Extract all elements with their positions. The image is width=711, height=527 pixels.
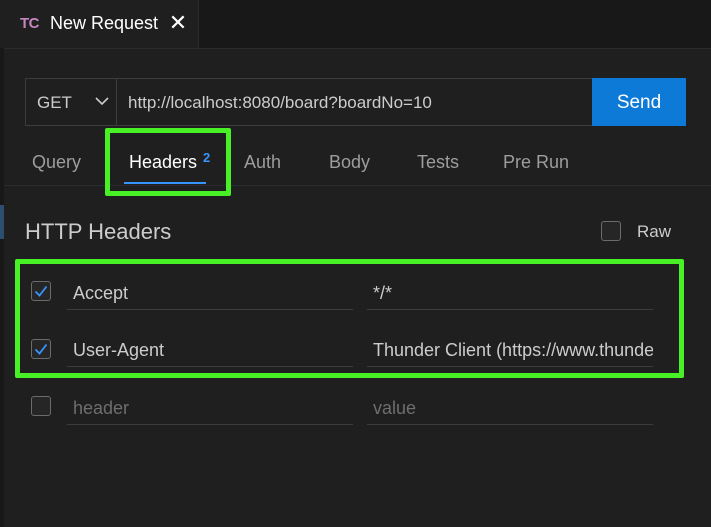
tab-body[interactable]: Body	[329, 152, 370, 173]
url-value: http://localhost:8080/board?boardNo=10	[128, 93, 432, 112]
method-value: GET	[37, 93, 72, 112]
chevron-down-icon	[95, 97, 109, 106]
header-value-text: */*	[373, 283, 393, 303]
close-icon[interactable]: ✕	[168, 10, 188, 36]
thunder-client-logo-icon: TC	[20, 15, 40, 32]
tab-query[interactable]: Query	[32, 152, 81, 173]
left-panel-edge	[0, 48, 4, 527]
header-row-2-checkbox[interactable]	[31, 339, 51, 359]
header-value-input[interactable]: Thunder Client (https://www.thunderclien…	[367, 334, 653, 367]
header-key-value: Accept	[73, 283, 129, 303]
header-key-placeholder: header	[73, 398, 130, 418]
tab-tests[interactable]: Tests	[417, 152, 459, 173]
header-value-placeholder: value	[373, 398, 417, 418]
section-title: HTTP Headers	[25, 219, 172, 244]
header-key-value: User-Agent	[73, 340, 165, 360]
tabs-divider	[4, 185, 711, 186]
header-value-input[interactable]: */*	[367, 277, 653, 310]
header-row-1-checkbox[interactable]	[31, 281, 51, 301]
new-header-value-input[interactable]: value	[367, 392, 653, 425]
new-header-key-input[interactable]: header	[67, 392, 353, 425]
check-icon	[34, 343, 48, 355]
editor-tab-title: New Request	[50, 13, 159, 33]
tab-headers[interactable]: Headers	[129, 152, 197, 173]
url-input[interactable]: http://localhost:8080/board?boardNo=10	[117, 78, 593, 126]
header-key-input[interactable]: User-Agent	[67, 334, 353, 367]
header-value-text: Thunder Client (https://www.thunderclien…	[373, 340, 653, 360]
check-icon	[34, 285, 48, 297]
send-button[interactable]: Send	[592, 78, 686, 126]
header-key-input[interactable]: Accept	[67, 277, 353, 310]
new-header-checkbox[interactable]	[31, 396, 51, 416]
headers-count-badge: 2	[203, 150, 211, 165]
editor-tab-new-request[interactable]: TC New Request ✕	[0, 0, 199, 48]
left-panel-indicator	[0, 205, 4, 239]
raw-label: Raw	[637, 222, 672, 241]
editor-tab-bar: TC New Request ✕	[0, 0, 711, 49]
raw-checkbox[interactable]	[601, 221, 621, 241]
method-select[interactable]: GET	[25, 78, 117, 126]
active-tab-underline	[124, 182, 206, 184]
tab-pre-run[interactable]: Pre Run	[503, 152, 569, 173]
tab-auth[interactable]: Auth	[244, 152, 281, 173]
